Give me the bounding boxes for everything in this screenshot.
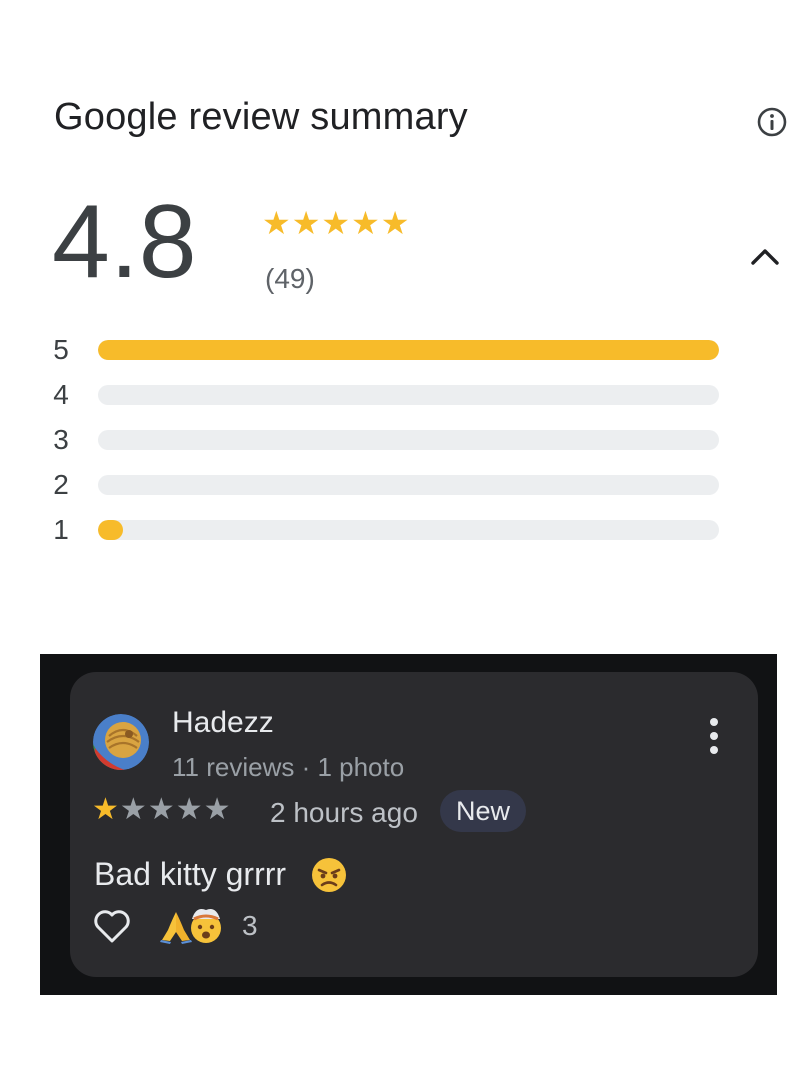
distribution-bar-track <box>98 520 719 540</box>
reviewer-name[interactable]: Hadezz <box>172 706 274 740</box>
star-icon: ★ <box>175 793 203 826</box>
new-badge: New <box>440 790 527 832</box>
star-icon: ★ <box>119 793 147 826</box>
star-icon: ★ <box>203 793 231 826</box>
distribution-label: 4 <box>53 379 69 410</box>
average-stars: ★ ★ ★ ★ ★ <box>262 207 409 239</box>
review-panel: Hadezz 11 reviews · 1 photo ★ ★ ★ ★ ★ 2 hour… <box>40 654 777 995</box>
review-card: Hadezz 11 reviews · 1 photo ★ ★ ★ ★ ★ 2 hour… <box>70 672 758 977</box>
distribution-label: 5 <box>53 334 69 365</box>
distribution-label: 3 <box>53 424 69 455</box>
review-rating-stars: ★ ★ ★ ★ ★ <box>92 795 232 825</box>
average-rating: 4.8 <box>52 184 197 300</box>
avatar[interactable] <box>93 714 149 770</box>
exploding-head-emoji[interactable] <box>186 904 226 944</box>
summary-title: Google review summary <box>54 96 468 138</box>
distribution-label: 1 <box>53 514 69 545</box>
star-icon: ★ <box>380 205 410 241</box>
reviewer-meta: 11 reviews · 1 photo <box>172 752 405 782</box>
review-count: (49) <box>265 263 315 294</box>
review-time: 2 hours ago <box>270 797 418 828</box>
distribution-bar-track <box>98 385 719 405</box>
distribution-bar-track <box>98 475 719 495</box>
star-icon: ★ <box>92 793 119 826</box>
more-vertical-icon[interactable] <box>700 714 728 758</box>
star-icon: ★ <box>291 205 321 241</box>
distribution-row: 4 <box>48 380 728 410</box>
distribution-row: 1 <box>48 515 728 545</box>
distribution-bar-track <box>98 340 719 360</box>
distribution-row: 5 <box>48 335 728 365</box>
star-icon: ★ <box>262 205 291 241</box>
info-icon[interactable] <box>756 106 788 138</box>
review-text: Bad kitty grrrr <box>94 856 287 892</box>
reaction-count: 3 <box>242 910 258 941</box>
distribution-row: 2 <box>48 470 728 500</box>
distribution-bar-fill <box>98 520 123 540</box>
distribution-label: 2 <box>53 469 69 500</box>
star-icon: ★ <box>351 205 380 241</box>
distribution-row: 3 <box>48 425 728 455</box>
distribution-bar-track <box>98 430 719 450</box>
distribution-bar-fill <box>98 340 719 360</box>
star-icon: ★ <box>147 793 175 826</box>
angry-face-emoji <box>312 858 346 892</box>
star-icon: ★ <box>321 205 351 241</box>
chevron-up-icon[interactable] <box>748 240 782 274</box>
heart-outline-icon[interactable] <box>92 908 132 944</box>
